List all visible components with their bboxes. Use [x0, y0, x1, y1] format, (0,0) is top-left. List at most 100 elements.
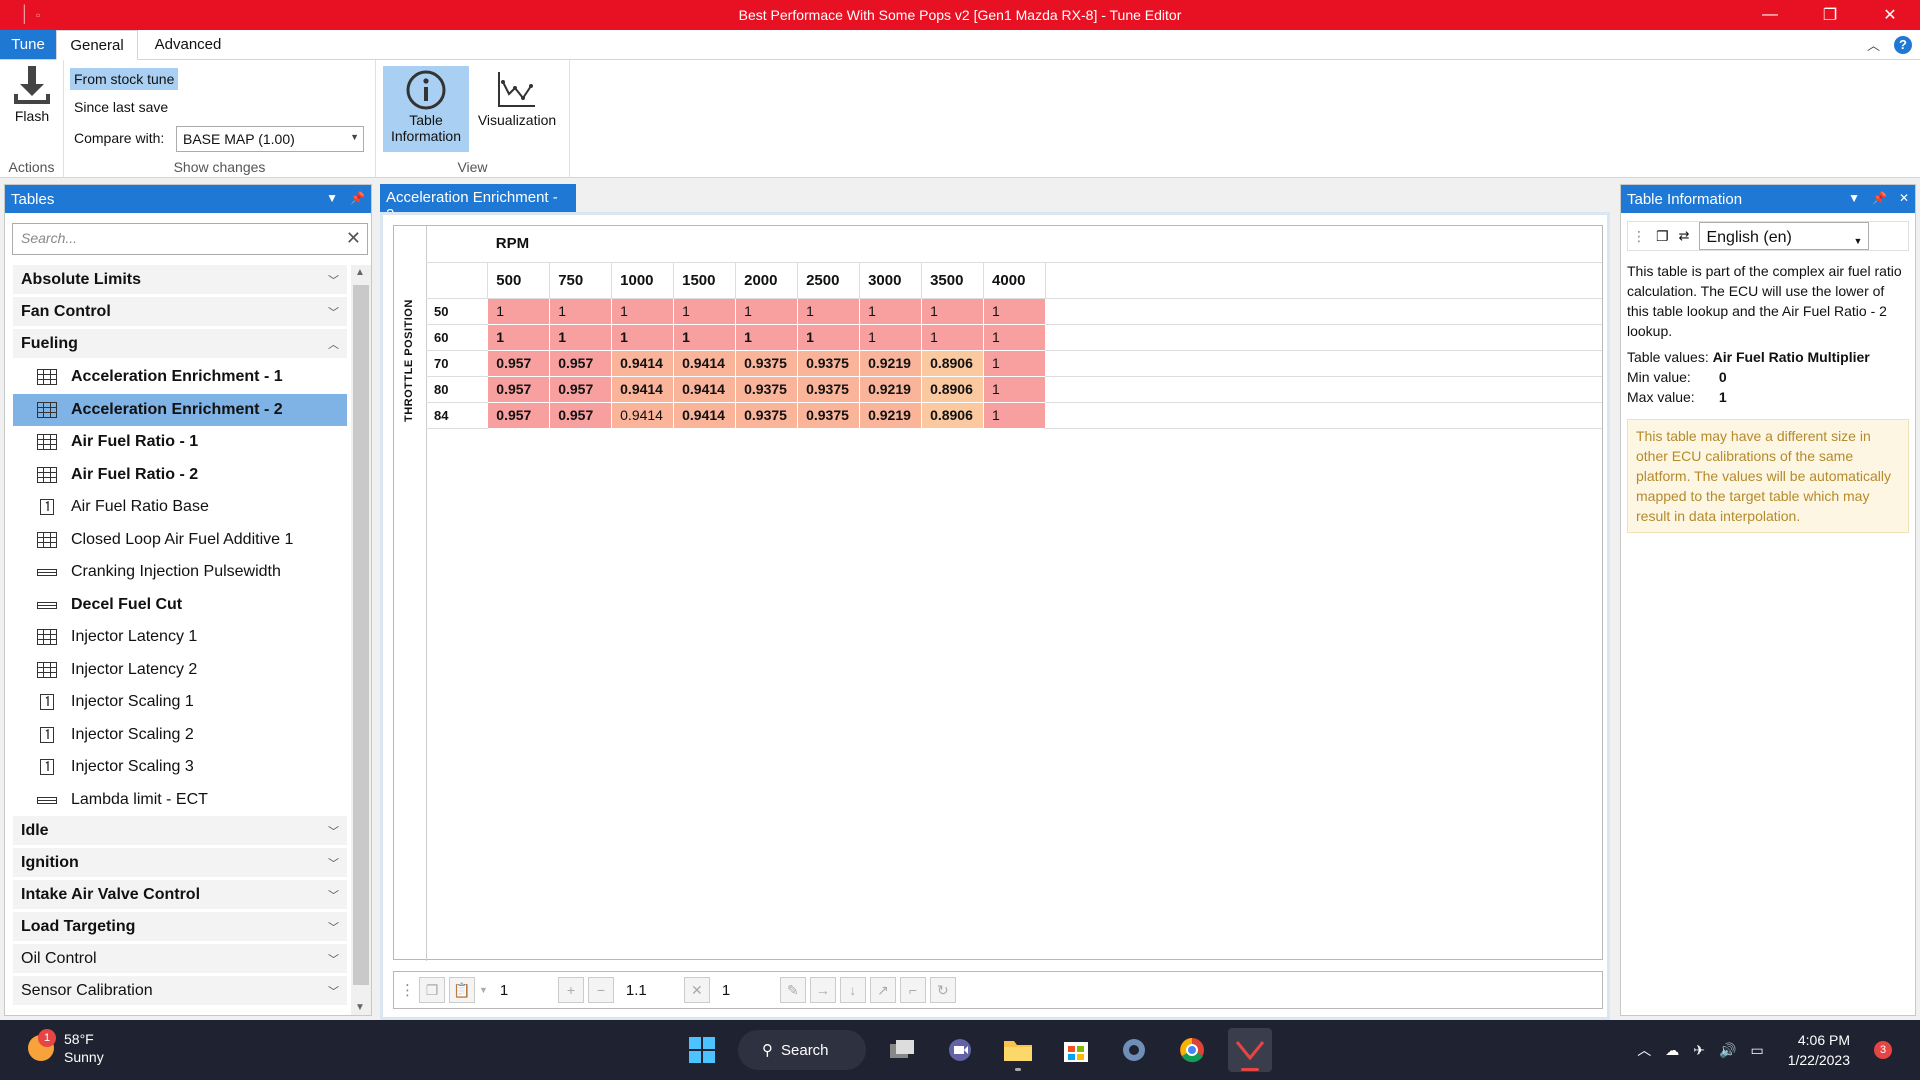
- since-last-save-option[interactable]: Since last save: [70, 96, 172, 118]
- store-button[interactable]: [1054, 1028, 1098, 1072]
- table-cell[interactable]: 0.9375: [797, 350, 860, 377]
- notification-badge[interactable]: 3: [1874, 1041, 1892, 1059]
- table-cell[interactable]: 1: [797, 298, 860, 325]
- table-cell[interactable]: 0.8906: [921, 376, 984, 403]
- tree-category[interactable]: Ignition ﹀: [13, 848, 347, 878]
- airplane-icon[interactable]: ✈: [1693, 1042, 1705, 1059]
- tree-category[interactable]: Sensor Calibration ﹀: [13, 976, 347, 1006]
- table-cell[interactable]: 1: [549, 324, 612, 351]
- chevron-down-icon[interactable]: ﹀: [328, 272, 339, 288]
- table-search-input[interactable]: Search... ✕: [12, 223, 368, 255]
- table-cell[interactable]: 0.9414: [673, 376, 736, 403]
- table-cell[interactable]: 1: [735, 298, 798, 325]
- app-icon[interactable]: │ ▫: [20, 4, 50, 26]
- table-cell[interactable]: 1: [673, 298, 736, 325]
- table-cell[interactable]: 1: [983, 402, 1046, 429]
- row-header[interactable]: 60: [426, 324, 488, 351]
- collapse-ribbon-icon[interactable]: ︿: [1867, 35, 1880, 54]
- table-cell[interactable]: 1: [797, 324, 860, 351]
- column-header[interactable]: 500: [487, 262, 550, 299]
- tree-item[interactable]: Injector Scaling 3: [13, 751, 347, 784]
- tab-general[interactable]: General: [56, 30, 138, 60]
- table-cell[interactable]: 0.9414: [611, 376, 674, 403]
- row-header[interactable]: 70: [426, 350, 488, 377]
- tree-item[interactable]: Air Fuel Ratio - 1: [13, 426, 347, 459]
- tree-category[interactable]: Absolute Limits ﹀: [13, 265, 347, 295]
- tree-item[interactable]: Cranking Injection Pulsewidth: [13, 556, 347, 589]
- battery-icon[interactable]: ▭: [1750, 1042, 1763, 1059]
- minimize-button[interactable]: —: [1740, 0, 1800, 30]
- column-header[interactable]: 1000: [611, 262, 674, 299]
- table-cell[interactable]: 0.957: [549, 376, 612, 403]
- chrome-button[interactable]: [1170, 1028, 1214, 1072]
- compare-with-select[interactable]: BASE MAP (1.00) ▼: [176, 126, 364, 152]
- table-cell[interactable]: 1: [983, 376, 1046, 403]
- chevron-down-icon[interactable]: ﹀: [328, 951, 339, 967]
- tab-tune[interactable]: Tune: [0, 30, 56, 59]
- weather-widget[interactable]: 1 58°F Sunny: [28, 1029, 104, 1066]
- paste-dropdown-icon[interactable]: ▼: [479, 985, 488, 995]
- table-cell[interactable]: 0.9219: [859, 402, 922, 429]
- tree-category[interactable]: Load Targeting ﹀: [13, 912, 347, 942]
- interpolate-button[interactable]: ↗: [869, 977, 896, 1003]
- column-header[interactable]: 3000: [859, 262, 922, 299]
- column-header[interactable]: 2500: [797, 262, 860, 299]
- multiply-value-input[interactable]: 1: [714, 982, 764, 999]
- teams-button[interactable]: [938, 1028, 982, 1072]
- table-cell[interactable]: 1: [983, 324, 1046, 351]
- panel-menu-icon[interactable]: ▼: [1848, 191, 1860, 205]
- tree-item[interactable]: Air Fuel Ratio - 2: [13, 459, 347, 492]
- smooth-button[interactable]: ⌐: [899, 977, 926, 1003]
- visualization-button[interactable]: Visualization: [474, 66, 560, 152]
- close-panel-icon[interactable]: ✕: [1899, 191, 1909, 205]
- table-cell[interactable]: 0.9414: [611, 402, 674, 429]
- tab-advanced[interactable]: Advanced: [138, 30, 238, 59]
- pin-icon[interactable]: 📌: [350, 191, 365, 205]
- row-header[interactable]: 80: [426, 376, 488, 403]
- chevron-down-icon[interactable]: ﹀: [328, 823, 339, 839]
- tree-item[interactable]: Acceleration Enrichment - 1: [13, 361, 347, 394]
- chevron-up-icon[interactable]: ︿: [328, 336, 339, 352]
- tree-category[interactable]: Fueling ︿: [13, 329, 347, 359]
- table-cell[interactable]: 0.957: [487, 402, 550, 429]
- cloud-icon[interactable]: ☁: [1665, 1042, 1679, 1059]
- pin-icon[interactable]: 📌: [1872, 191, 1887, 205]
- table-cell[interactable]: 0.9414: [673, 402, 736, 429]
- panel-menu-icon[interactable]: ▼: [326, 191, 338, 205]
- clock[interactable]: 4:06 PM 1/22/2023: [1788, 1030, 1850, 1070]
- tree-category[interactable]: Oil Control ﹀: [13, 944, 347, 974]
- increment-button[interactable]: +: [557, 977, 584, 1003]
- chevron-down-icon[interactable]: ﹀: [328, 855, 339, 871]
- volume-icon[interactable]: 🔊: [1719, 1042, 1736, 1059]
- from-stock-tune-option[interactable]: From stock tune: [70, 68, 179, 90]
- file-explorer-button[interactable]: [996, 1028, 1040, 1072]
- tree-item[interactable]: Injector Scaling 2: [13, 719, 347, 752]
- scroll-up-icon[interactable]: ▲: [355, 267, 365, 278]
- tree-item[interactable]: Lambda limit - ECT: [13, 784, 347, 817]
- table-cell[interactable]: 0.9375: [797, 376, 860, 403]
- edit-button[interactable]: ✎: [779, 977, 806, 1003]
- copy-button[interactable]: ❐: [419, 977, 445, 1003]
- revert-button[interactable]: ↻: [929, 977, 956, 1003]
- column-header[interactable]: 3500: [921, 262, 984, 299]
- decrement-button[interactable]: −: [587, 977, 614, 1003]
- table-cell[interactable]: 1: [611, 324, 674, 351]
- chevron-down-icon[interactable]: ﹀: [328, 983, 339, 999]
- table-cell[interactable]: 1: [673, 324, 736, 351]
- table-cell[interactable]: 0.9414: [611, 350, 674, 377]
- close-window-button[interactable]: ✕: [1860, 0, 1920, 30]
- table-cell[interactable]: 0.8906: [921, 402, 984, 429]
- row-header[interactable]: 50: [426, 298, 488, 325]
- taskbar-search[interactable]: ⚲ Search: [738, 1030, 866, 1070]
- column-header[interactable]: 750: [549, 262, 612, 299]
- tree-item[interactable]: Air Fuel Ratio Base: [13, 491, 347, 524]
- translate-icon[interactable]: ⇄: [1679, 226, 1690, 246]
- column-header[interactable]: 2000: [735, 262, 798, 299]
- table-cell[interactable]: 0.957: [549, 402, 612, 429]
- fill-down-button[interactable]: ↓: [839, 977, 866, 1003]
- tree-scrollbar[interactable]: ▲ ▼: [351, 265, 371, 1015]
- document-tab[interactable]: Acceleration Enrichment - 2: [380, 184, 576, 223]
- table-cell[interactable]: 0.9219: [859, 350, 922, 377]
- table-cell[interactable]: 1: [487, 298, 550, 325]
- flash-button[interactable]: Flash: [6, 64, 58, 134]
